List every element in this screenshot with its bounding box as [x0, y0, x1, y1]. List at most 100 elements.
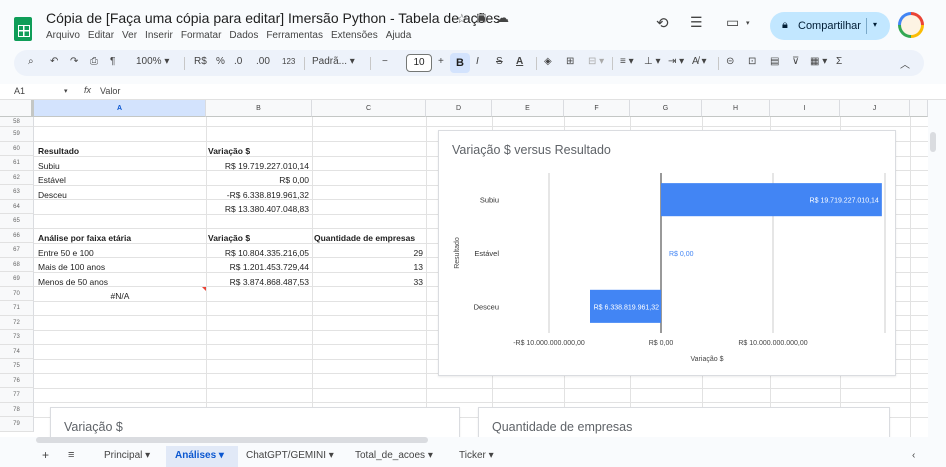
share-button[interactable]: 🔒︎ Compartilhar ▾ — [770, 12, 890, 40]
name-box[interactable]: A1 — [14, 86, 25, 96]
row-header-61[interactable]: 61 — [0, 156, 34, 171]
cell-b66[interactable]: Variação $ — [208, 231, 310, 246]
collapse-toolbar-icon[interactable]: ︿ — [900, 56, 910, 71]
cell-a67[interactable]: Entre 50 e 100 — [38, 246, 204, 261]
row-header-69[interactable]: 69 — [0, 272, 34, 287]
cell-a63[interactable]: Desceu — [38, 188, 204, 203]
bold-button[interactable]: B — [450, 53, 470, 73]
more-formats-button[interactable]: 123 — [282, 57, 295, 66]
insert-link-icon[interactable]: ⊝ — [726, 56, 734, 67]
row-header-77[interactable]: 77 — [0, 388, 34, 403]
cell-a61[interactable]: Subiu — [38, 159, 204, 174]
chart-variacao[interactable]: Variação $ — [50, 407, 460, 437]
menu-ajuda[interactable]: Ajuda — [386, 30, 412, 41]
chart-quantidade-empresas[interactable]: Quantidade de empresas — [478, 407, 890, 437]
paint-format-icon[interactable]: ¶ — [110, 56, 115, 67]
share-dropdown-icon[interactable]: ▾ — [873, 20, 877, 29]
meet-dropdown-icon[interactable]: ▾ — [746, 19, 750, 27]
row-header-59[interactable]: 59 — [0, 127, 34, 142]
row-header-72[interactable]: 72 — [0, 315, 34, 330]
cloud-status-icon[interactable]: ☁ — [496, 10, 509, 26]
cell-b64[interactable]: R$ 13.380.407.048,83 — [208, 202, 309, 217]
menu-editar[interactable]: Editar — [88, 30, 114, 41]
vertical-scrollbar[interactable] — [930, 132, 936, 152]
borders-icon[interactable]: ⊞ — [566, 56, 574, 67]
formula-input[interactable]: Valor — [100, 86, 120, 96]
row-header-74[interactable]: 74 — [0, 344, 34, 359]
tab-total-de-acoes[interactable]: Total_de_acoes ▾ — [355, 450, 433, 461]
column-header-d[interactable]: D — [426, 100, 492, 117]
strikethrough-button[interactable]: S — [496, 56, 503, 67]
font-family-select[interactable]: Padrã... ▾ — [312, 56, 355, 67]
row-header-63[interactable]: 63 — [0, 185, 34, 200]
history-icon[interactable]: ⟲ — [656, 14, 669, 32]
column-header-j[interactable]: J — [840, 100, 910, 117]
star-icon[interactable]: ☆ — [456, 11, 468, 27]
name-box-dropdown-icon[interactable]: ▾ — [64, 87, 68, 95]
currency-format-button[interactable]: R$ — [194, 56, 207, 67]
row-header-58[interactable]: 58 — [0, 117, 34, 127]
horizontal-align-icon[interactable]: ≡ ▾ — [620, 56, 634, 67]
column-header-f[interactable]: F — [564, 100, 630, 117]
fill-color-icon[interactable]: ◈ — [544, 56, 552, 67]
search-menus-icon[interactable]: ⌕ — [28, 56, 34, 67]
cell-b63[interactable]: -R$ 6.338.819.961,32 — [208, 188, 309, 203]
row-header-68[interactable]: 68 — [0, 257, 34, 272]
percent-format-button[interactable]: % — [216, 56, 225, 67]
row-header-79[interactable]: 79 — [0, 417, 34, 432]
text-color-button[interactable]: A — [516, 56, 523, 67]
menu-formatar[interactable]: Formatar — [181, 30, 222, 41]
cell-b68[interactable]: R$ 1.201.453.729,44 — [208, 260, 309, 275]
comments-icon[interactable]: ☰ — [690, 14, 703, 31]
cell-b62[interactable]: R$ 0,00 — [208, 173, 309, 188]
text-wrapping-icon[interactable]: ⇥ ▾ — [668, 56, 684, 67]
menu-dados[interactable]: Dados — [229, 30, 258, 41]
row-header-62[interactable]: 62 — [0, 170, 34, 185]
column-header-i[interactable]: I — [770, 100, 840, 117]
merge-cells-icon[interactable]: ⊟ ▾ — [588, 56, 604, 67]
column-header-h[interactable]: H — [702, 100, 770, 117]
column-header-b[interactable]: B — [206, 100, 312, 117]
sidebar-toggle-icon[interactable]: ‹ — [912, 450, 915, 461]
spreadsheet-grid[interactable]: A B C D E F G H I J 58 59 60 61 62 63 64… — [0, 100, 928, 437]
cell-c68[interactable]: 13 — [314, 260, 423, 275]
row-header-70[interactable]: 70 — [0, 286, 34, 301]
tab-chatgpt-gemini[interactable]: ChatGPT/GEMINI ▾ — [246, 450, 334, 461]
column-header-a[interactable]: A — [34, 100, 206, 117]
add-sheet-icon[interactable]: + — [42, 448, 49, 462]
row-header-78[interactable]: 78 — [0, 402, 34, 417]
move-folder-icon[interactable]: ▣ — [476, 11, 486, 24]
document-title[interactable]: Cópia de [Faça uma cópia para editar] Im… — [46, 10, 500, 26]
row-header-66[interactable]: 66 — [0, 228, 34, 243]
text-rotation-icon[interactable]: A̸ ▾ — [692, 56, 706, 67]
tab-analises[interactable]: Análises ▾ — [175, 450, 224, 461]
cell-a66[interactable]: Análise por faixa etária — [38, 231, 204, 246]
row-header-73[interactable]: 73 — [0, 330, 34, 345]
row-header-75[interactable]: 75 — [0, 359, 34, 374]
insert-chart-icon[interactable]: ▤ — [770, 56, 779, 67]
filter-icon[interactable]: ⊽ — [792, 56, 799, 67]
filter-views-icon[interactable]: ▦ ▾ — [810, 56, 827, 67]
user-avatar[interactable] — [898, 12, 924, 38]
row-header-67[interactable]: 67 — [0, 243, 34, 258]
cell-c66[interactable]: Quantidade de empresas — [314, 231, 424, 246]
cell-b69[interactable]: R$ 3.874.868.487,53 — [208, 275, 309, 290]
cell-b60[interactable]: Variação $ — [208, 144, 310, 159]
row-header-76[interactable]: 76 — [0, 373, 34, 388]
menu-ferramentas[interactable]: Ferramentas — [266, 30, 323, 41]
cell-c67[interactable]: 29 — [314, 246, 423, 261]
cell-a68[interactable]: Mais de 100 anos — [38, 260, 204, 275]
insert-comment-icon[interactable]: ⊡ — [748, 56, 756, 67]
horizontal-scrollbar[interactable] — [36, 437, 428, 443]
select-all-corner[interactable] — [0, 100, 34, 117]
row-header-60[interactable]: 60 — [0, 141, 34, 156]
all-sheets-icon[interactable]: ≡ — [68, 449, 74, 461]
cell-a60[interactable]: Resultado — [38, 144, 204, 159]
menu-inserir[interactable]: Inserir — [145, 30, 173, 41]
font-size-input[interactable]: 10 — [406, 54, 432, 72]
increase-decimals-button[interactable]: .00 — [256, 56, 270, 67]
menu-ver[interactable]: Ver — [122, 30, 137, 41]
print-icon[interactable]: ⎙ — [90, 56, 98, 67]
sheets-logo-icon[interactable] — [14, 17, 32, 41]
error-indicator-icon[interactable] — [202, 287, 206, 291]
